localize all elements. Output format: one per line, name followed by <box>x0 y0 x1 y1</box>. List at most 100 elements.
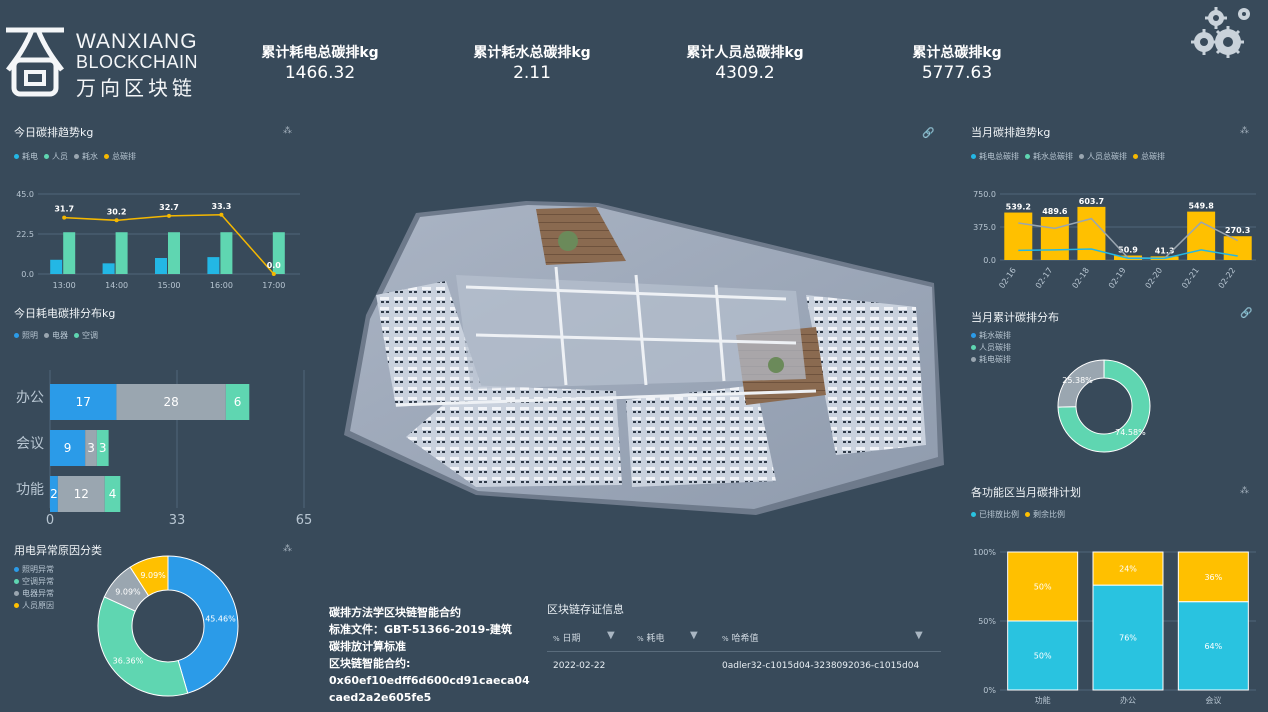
stat-total: 累计总碳排kg 5777.63 <box>862 42 1052 83</box>
x-tick-label: 02-20 <box>1144 266 1165 290</box>
data-label: 17 <box>76 395 91 409</box>
stat-label: 累计耗水总碳排kg <box>473 45 591 61</box>
settings-gear-icon[interactable] <box>1190 4 1256 60</box>
data-label: 33.3 <box>212 202 232 211</box>
chain-title: 区块链存证信息 <box>547 603 624 616</box>
month-trend-title: 当月碳排趋势kg <box>971 126 1051 139</box>
legend-item: 照明 <box>14 330 38 341</box>
data-label: 36.36% <box>113 657 144 666</box>
line-point <box>114 218 119 223</box>
legend-item: 空调异常 <box>14 576 54 588</box>
month-dist-donut-chart: 0.04%74.58%25.38% <box>1057 359 1151 453</box>
legend-item: 耗水碳排 <box>971 330 1011 342</box>
bar-electric <box>102 263 115 274</box>
filter-icon[interactable]: ▼ <box>607 630 615 641</box>
data-label: 0.0 <box>267 261 282 270</box>
month-dist-title: 当月累计碳排分布 <box>971 311 1059 324</box>
legend-item: 耗电总碳排 <box>971 151 1019 162</box>
share-icon[interactable]: ⁂ <box>1240 126 1249 136</box>
data-label: 45.46% <box>205 614 236 623</box>
stat-label: 累计人员总碳排kg <box>686 45 804 61</box>
data-label: 9.09% <box>140 571 166 580</box>
data-label: 74.58% <box>1115 428 1146 437</box>
brand-name: WANXIANG <box>76 30 198 53</box>
legend-item: 总碳排 <box>104 151 136 162</box>
month-trend-legend: 耗电总碳排 耗水总碳排 人员总碳排 总碳排 <box>971 151 1165 162</box>
legend-item: 总碳排 <box>1133 151 1165 162</box>
filter-icon[interactable]: ▼ <box>690 630 698 641</box>
bar-electric <box>155 258 167 274</box>
brand-subtitle: BLOCKCHAIN <box>76 52 199 72</box>
data-label: 32.7 <box>159 203 179 212</box>
legend-item: 耗电碳排 <box>971 354 1011 366</box>
data-label: 64% <box>1204 642 1222 651</box>
bar-person <box>115 232 128 274</box>
data-label: 25.38% <box>1062 376 1093 385</box>
floor-plan-3d-image[interactable] <box>336 195 948 525</box>
today-trend-chart: 0.0 22.5 45.0 13:00 14:00 15:00 16:00 17:00 31.7… <box>16 190 300 290</box>
x-tick-label: 14:00 <box>105 281 128 290</box>
stat-label: 累计总碳排kg <box>912 45 1002 61</box>
data-label: 603.7 <box>1079 197 1104 206</box>
legend-item: 电器异常 <box>14 588 54 600</box>
plan-stacked-chart: 0% 50% 100% 50% 50% 功能 76% 24% 办公 64% 36% 会议 <box>973 548 1256 705</box>
link-icon[interactable]: 🔗 <box>1240 308 1252 319</box>
col-power-header[interactable]: % 耗电 <box>637 631 665 644</box>
col-hash-header[interactable]: % 哈希值 <box>722 631 759 644</box>
bar-person <box>63 232 76 274</box>
y-category-label: 会议 <box>16 436 44 452</box>
x-tick-label: 13:00 <box>53 281 76 290</box>
contract-address: 0x60ef10edff6d600cd91caeca04 <box>329 674 530 687</box>
data-label: 2 <box>50 487 58 501</box>
data-label: 6 <box>234 395 242 409</box>
stat-label: 累计耗电总碳排kg <box>261 45 379 61</box>
y-tick-label: 0% <box>983 686 996 695</box>
stat-value: 4309.2 <box>715 63 775 83</box>
x-tick-label: 0 <box>46 513 54 528</box>
data-label: 270.3 <box>1225 226 1250 235</box>
stat-electric: 累计耗电总碳排kg 1466.32 <box>225 42 415 83</box>
y-tick-label: 750.0 <box>973 190 996 199</box>
legend-item: 耗水 <box>74 151 98 162</box>
legend-item: 人员原因 <box>14 600 54 612</box>
y-tick-label: 100% <box>973 548 996 557</box>
link-icon[interactable]: 🔗 <box>922 128 934 139</box>
legend-item: 人员总碳排 <box>1079 151 1127 162</box>
x-tick-label: 功能 <box>1035 695 1051 705</box>
y-category-label: 办公 <box>16 390 44 406</box>
line-point <box>62 215 67 220</box>
x-tick-label: 02-16 <box>997 266 1018 290</box>
x-tick-label: 33 <box>169 513 186 528</box>
col-date-header[interactable]: % 日期 <box>553 631 581 644</box>
filter-icon[interactable]: ▼ <box>915 630 923 641</box>
x-tick-label: 15:00 <box>157 281 180 290</box>
stat-water: 累计耗水总碳排kg 2.11 <box>437 42 627 83</box>
bar-electric <box>50 259 63 274</box>
share-icon[interactable]: ⁂ <box>283 544 292 554</box>
data-label: 549.8 <box>1188 202 1214 211</box>
legend-item: 已排放比例 <box>971 509 1019 520</box>
data-label: 50% <box>1034 583 1052 592</box>
bar-total <box>1004 212 1033 260</box>
contract-address-cont: caed2a2e605fe5 <box>329 691 432 704</box>
abnormal-legend: 照明异常 空调异常 电器异常 人员原因 <box>14 564 54 612</box>
brand-chinese: 万向区块链 <box>76 76 196 100</box>
line-point <box>219 212 224 217</box>
data-label: 3 <box>99 441 107 455</box>
share-icon[interactable]: ⁂ <box>1240 486 1249 496</box>
today-trend-title: 今日碳排趋势kg <box>14 126 94 139</box>
plan-legend: 已排放比例 剩余比例 <box>971 509 1065 520</box>
y-tick-label: 0.0 <box>21 270 34 279</box>
y-tick-label: 22.5 <box>16 230 34 239</box>
data-label: 36% <box>1204 573 1222 582</box>
stat-value: 2.11 <box>513 63 551 83</box>
legend-item: 耗电 <box>14 151 38 162</box>
data-label: 24% <box>1119 565 1137 574</box>
bar-person <box>168 232 180 274</box>
data-label: 3 <box>87 441 95 455</box>
y-tick-label: 0.0 <box>983 256 996 265</box>
share-icon[interactable]: ⁂ <box>283 126 292 136</box>
donut-slice <box>97 596 189 697</box>
table-row[interactable]: 2022-02-22 0adler32-c1015d04-3238092036-… <box>547 656 941 678</box>
data-label: 489.6 <box>1042 207 1068 216</box>
